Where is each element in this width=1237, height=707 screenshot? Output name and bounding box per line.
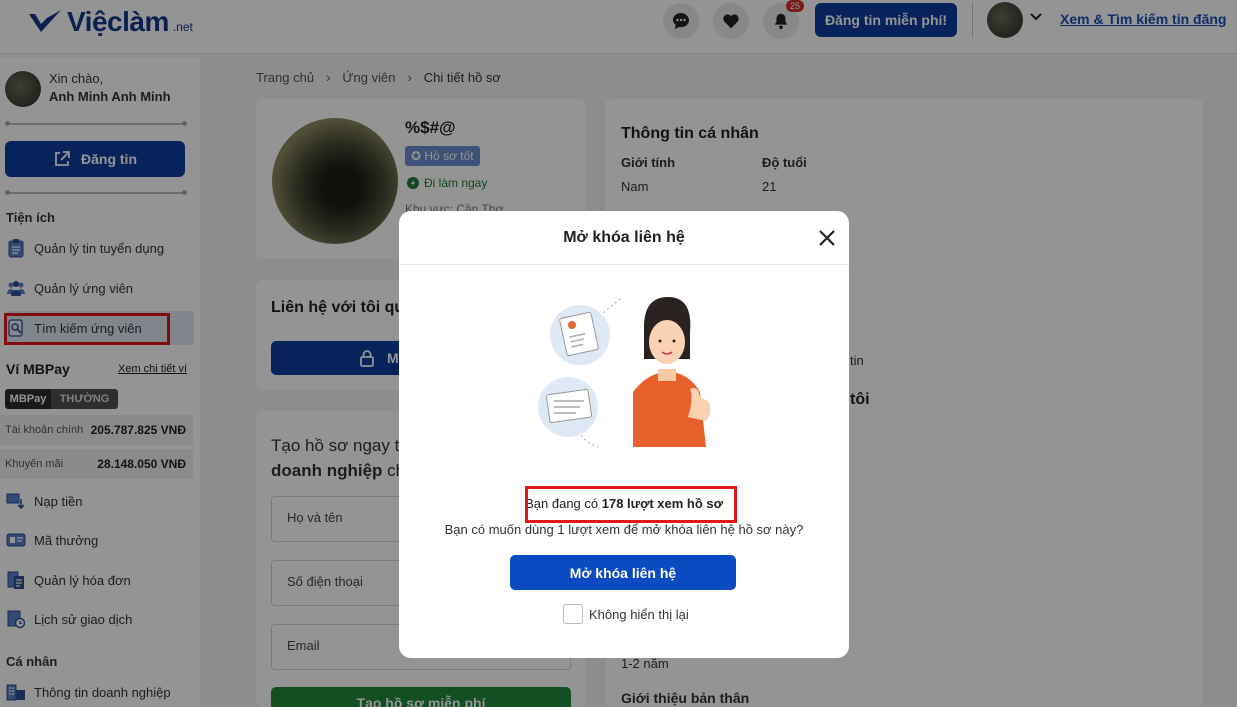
woman-with-documents-illustration: [538, 297, 711, 448]
confirm-question: Bạn có muốn dùng 1 lượt xem để mở khóa l…: [444, 522, 804, 537]
dont-show-again[interactable]: Không hiển thị lại: [563, 604, 689, 624]
unlock-contact-modal: Mở khóa liên hệ Bạn đang có 178 lượt xem…: [399, 211, 849, 658]
modal-divider: [399, 264, 849, 265]
close-icon[interactable]: [817, 228, 837, 248]
unlock-contact-button[interactable]: Mở khóa liên hệ: [510, 555, 736, 590]
dont-show-checkbox[interactable]: [563, 604, 583, 624]
modal-title: Mở khóa liên hệ: [563, 229, 685, 246]
highlight-box: [525, 486, 737, 523]
dont-show-label: Không hiển thị lại: [589, 606, 689, 622]
